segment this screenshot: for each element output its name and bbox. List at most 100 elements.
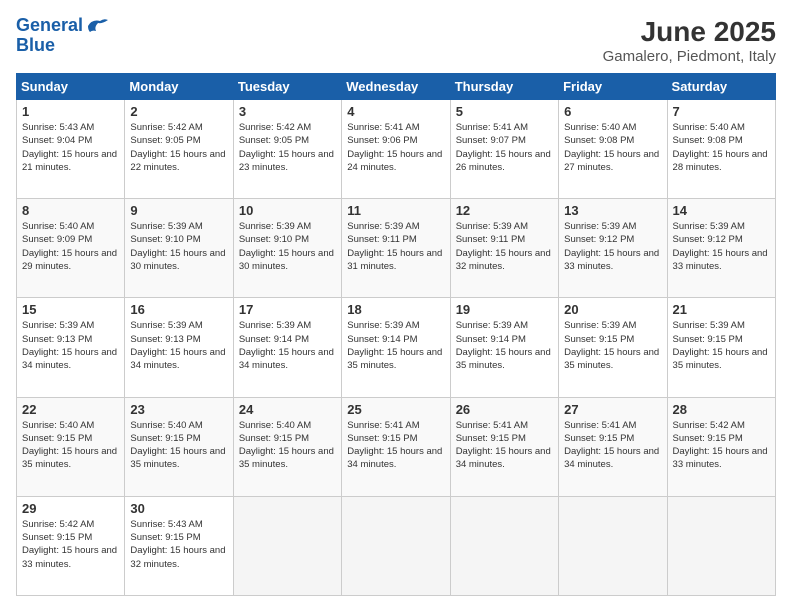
day-cell	[233, 496, 341, 595]
header: General Blue June 2025 Gamalero, Piedmon…	[16, 16, 776, 65]
day-number: 29	[22, 501, 119, 516]
title-block: June 2025 Gamalero, Piedmont, Italy	[603, 16, 776, 65]
day-info: Sunrise: 5:41 AM Sunset: 9:15 PM Dayligh…	[456, 419, 553, 472]
day-cell: 13 Sunrise: 5:39 AM Sunset: 9:12 PM Dayl…	[559, 199, 667, 298]
day-number: 2	[130, 104, 227, 119]
day-cell: 5 Sunrise: 5:41 AM Sunset: 9:07 PM Dayli…	[450, 100, 558, 199]
day-cell: 9 Sunrise: 5:39 AM Sunset: 9:10 PM Dayli…	[125, 199, 233, 298]
header-tuesday: Tuesday	[233, 74, 341, 100]
day-number: 23	[130, 402, 227, 417]
day-info: Sunrise: 5:39 AM Sunset: 9:13 PM Dayligh…	[22, 319, 119, 372]
logo-blue: Blue	[16, 36, 55, 56]
day-number: 14	[673, 203, 770, 218]
day-info: Sunrise: 5:40 AM Sunset: 9:09 PM Dayligh…	[22, 220, 119, 273]
day-info: Sunrise: 5:42 AM Sunset: 9:05 PM Dayligh…	[130, 121, 227, 174]
day-number: 4	[347, 104, 444, 119]
day-cell: 23 Sunrise: 5:40 AM Sunset: 9:15 PM Dayl…	[125, 397, 233, 496]
day-number: 24	[239, 402, 336, 417]
day-cell: 25 Sunrise: 5:41 AM Sunset: 9:15 PM Dayl…	[342, 397, 450, 496]
day-info: Sunrise: 5:41 AM Sunset: 9:06 PM Dayligh…	[347, 121, 444, 174]
day-number: 19	[456, 302, 553, 317]
day-cell: 21 Sunrise: 5:39 AM Sunset: 9:15 PM Dayl…	[667, 298, 775, 397]
day-cell	[342, 496, 450, 595]
day-info: Sunrise: 5:43 AM Sunset: 9:15 PM Dayligh…	[130, 518, 227, 571]
day-info: Sunrise: 5:39 AM Sunset: 9:10 PM Dayligh…	[130, 220, 227, 273]
day-number: 8	[22, 203, 119, 218]
day-number: 16	[130, 302, 227, 317]
day-info: Sunrise: 5:39 AM Sunset: 9:12 PM Dayligh…	[673, 220, 770, 273]
day-cell: 30 Sunrise: 5:43 AM Sunset: 9:15 PM Dayl…	[125, 496, 233, 595]
day-info: Sunrise: 5:41 AM Sunset: 9:15 PM Dayligh…	[347, 419, 444, 472]
day-cell: 19 Sunrise: 5:39 AM Sunset: 9:14 PM Dayl…	[450, 298, 558, 397]
day-cell: 29 Sunrise: 5:42 AM Sunset: 9:15 PM Dayl…	[17, 496, 125, 595]
day-number: 13	[564, 203, 661, 218]
day-number: 22	[22, 402, 119, 417]
day-number: 21	[673, 302, 770, 317]
day-number: 5	[456, 104, 553, 119]
day-number: 20	[564, 302, 661, 317]
day-cell: 12 Sunrise: 5:39 AM Sunset: 9:11 PM Dayl…	[450, 199, 558, 298]
week-row-2: 8 Sunrise: 5:40 AM Sunset: 9:09 PM Dayli…	[17, 199, 776, 298]
day-cell: 3 Sunrise: 5:42 AM Sunset: 9:05 PM Dayli…	[233, 100, 341, 199]
subtitle: Gamalero, Piedmont, Italy	[603, 48, 776, 65]
day-number: 10	[239, 203, 336, 218]
day-number: 1	[22, 104, 119, 119]
week-row-4: 22 Sunrise: 5:40 AM Sunset: 9:15 PM Dayl…	[17, 397, 776, 496]
day-cell: 2 Sunrise: 5:42 AM Sunset: 9:05 PM Dayli…	[125, 100, 233, 199]
day-info: Sunrise: 5:42 AM Sunset: 9:15 PM Dayligh…	[22, 518, 119, 571]
day-info: Sunrise: 5:40 AM Sunset: 9:15 PM Dayligh…	[22, 419, 119, 472]
day-cell	[450, 496, 558, 595]
day-info: Sunrise: 5:39 AM Sunset: 9:15 PM Dayligh…	[564, 319, 661, 372]
day-info: Sunrise: 5:42 AM Sunset: 9:15 PM Dayligh…	[673, 419, 770, 472]
day-cell: 28 Sunrise: 5:42 AM Sunset: 9:15 PM Dayl…	[667, 397, 775, 496]
day-cell: 10 Sunrise: 5:39 AM Sunset: 9:10 PM Dayl…	[233, 199, 341, 298]
day-cell: 20 Sunrise: 5:39 AM Sunset: 9:15 PM Dayl…	[559, 298, 667, 397]
day-info: Sunrise: 5:41 AM Sunset: 9:15 PM Dayligh…	[564, 419, 661, 472]
day-info: Sunrise: 5:39 AM Sunset: 9:13 PM Dayligh…	[130, 319, 227, 372]
day-cell: 24 Sunrise: 5:40 AM Sunset: 9:15 PM Dayl…	[233, 397, 341, 496]
day-number: 30	[130, 501, 227, 516]
header-wednesday: Wednesday	[342, 74, 450, 100]
day-number: 26	[456, 402, 553, 417]
day-info: Sunrise: 5:39 AM Sunset: 9:15 PM Dayligh…	[673, 319, 770, 372]
day-cell: 26 Sunrise: 5:41 AM Sunset: 9:15 PM Dayl…	[450, 397, 558, 496]
day-number: 6	[564, 104, 661, 119]
day-info: Sunrise: 5:39 AM Sunset: 9:14 PM Dayligh…	[347, 319, 444, 372]
page: General Blue June 2025 Gamalero, Piedmon…	[0, 0, 792, 612]
day-info: Sunrise: 5:40 AM Sunset: 9:15 PM Dayligh…	[239, 419, 336, 472]
week-row-3: 15 Sunrise: 5:39 AM Sunset: 9:13 PM Dayl…	[17, 298, 776, 397]
day-info: Sunrise: 5:40 AM Sunset: 9:08 PM Dayligh…	[564, 121, 661, 174]
day-info: Sunrise: 5:39 AM Sunset: 9:11 PM Dayligh…	[456, 220, 553, 273]
day-cell: 27 Sunrise: 5:41 AM Sunset: 9:15 PM Dayl…	[559, 397, 667, 496]
day-info: Sunrise: 5:39 AM Sunset: 9:10 PM Dayligh…	[239, 220, 336, 273]
day-cell: 17 Sunrise: 5:39 AM Sunset: 9:14 PM Dayl…	[233, 298, 341, 397]
main-title: June 2025	[603, 16, 776, 48]
logo-bird-icon	[86, 17, 108, 35]
day-number: 18	[347, 302, 444, 317]
day-cell: 7 Sunrise: 5:40 AM Sunset: 9:08 PM Dayli…	[667, 100, 775, 199]
day-cell: 8 Sunrise: 5:40 AM Sunset: 9:09 PM Dayli…	[17, 199, 125, 298]
day-cell: 15 Sunrise: 5:39 AM Sunset: 9:13 PM Dayl…	[17, 298, 125, 397]
day-number: 3	[239, 104, 336, 119]
day-info: Sunrise: 5:39 AM Sunset: 9:14 PM Dayligh…	[456, 319, 553, 372]
header-thursday: Thursday	[450, 74, 558, 100]
logo: General Blue	[16, 16, 108, 56]
header-sunday: Sunday	[17, 74, 125, 100]
day-number: 28	[673, 402, 770, 417]
day-cell: 22 Sunrise: 5:40 AM Sunset: 9:15 PM Dayl…	[17, 397, 125, 496]
day-info: Sunrise: 5:39 AM Sunset: 9:12 PM Dayligh…	[564, 220, 661, 273]
logo-text: General	[16, 16, 83, 36]
day-cell: 1 Sunrise: 5:43 AM Sunset: 9:04 PM Dayli…	[17, 100, 125, 199]
day-number: 12	[456, 203, 553, 218]
day-number: 15	[22, 302, 119, 317]
weekday-header-row: Sunday Monday Tuesday Wednesday Thursday…	[17, 74, 776, 100]
day-cell: 16 Sunrise: 5:39 AM Sunset: 9:13 PM Dayl…	[125, 298, 233, 397]
header-monday: Monday	[125, 74, 233, 100]
day-cell: 6 Sunrise: 5:40 AM Sunset: 9:08 PM Dayli…	[559, 100, 667, 199]
day-info: Sunrise: 5:43 AM Sunset: 9:04 PM Dayligh…	[22, 121, 119, 174]
day-info: Sunrise: 5:39 AM Sunset: 9:11 PM Dayligh…	[347, 220, 444, 273]
day-cell	[667, 496, 775, 595]
day-number: 17	[239, 302, 336, 317]
day-number: 25	[347, 402, 444, 417]
day-number: 7	[673, 104, 770, 119]
